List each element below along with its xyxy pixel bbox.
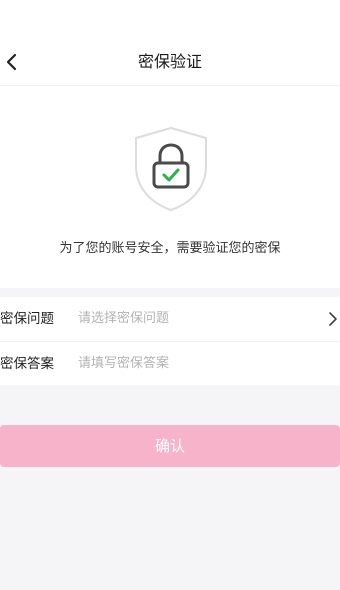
security-answer-row: 密保答案	[0, 341, 340, 385]
confirm-button[interactable]: 确认	[0, 425, 340, 467]
security-answer-input[interactable]	[78, 355, 308, 373]
security-question-select[interactable]: 请选择密保问题	[78, 310, 169, 328]
page-title: 密保验证	[137, 52, 202, 71]
security-hero: 为了您的账号安全，需要验证您的密保	[0, 86, 340, 288]
security-question-label: 密保问题	[0, 311, 54, 327]
security-answer-label: 密保答案	[0, 356, 54, 372]
security-message: 为了您的账号安全，需要验证您的密保	[59, 241, 281, 256]
security-form: 密保问题 请选择密保问题 密保答案	[0, 297, 340, 385]
chevron-right-icon	[328, 311, 338, 327]
shield-lock-icon	[130, 124, 212, 214]
navigation-bar: 密保验证	[0, 0, 340, 86]
security-question-row[interactable]: 密保问题 请选择密保问题	[0, 297, 340, 341]
